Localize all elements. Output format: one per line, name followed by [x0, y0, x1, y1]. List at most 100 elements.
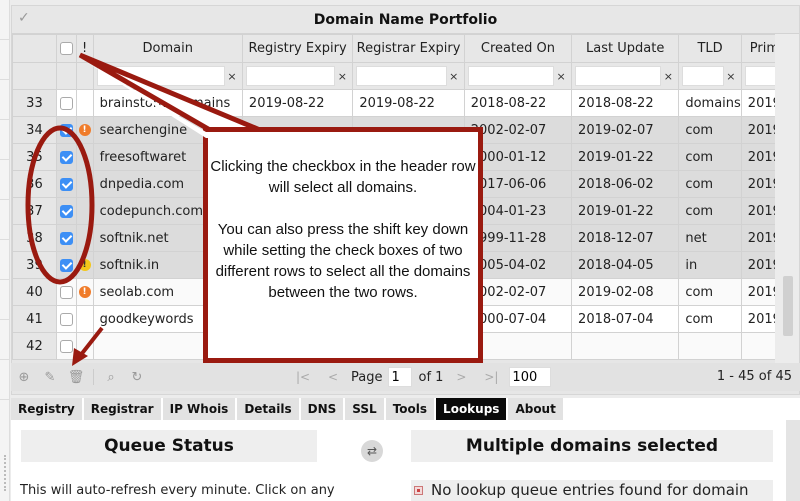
row-warning-cell [75, 197, 94, 225]
column-header-tld[interactable]: TLD [678, 34, 742, 63]
row-select-cell[interactable] [55, 89, 77, 117]
clear-filter-icon[interactable]: × [554, 70, 568, 83]
column-header-registrar-expiry[interactable]: Registrar Expiry [352, 34, 465, 63]
cell-updated: 2018-06-02 [571, 170, 680, 198]
row-select-cell[interactable] [55, 305, 77, 333]
select-all-header[interactable] [55, 34, 77, 63]
row-warning-cell [75, 143, 94, 171]
prev-page-icon[interactable]: < [321, 370, 345, 384]
row-checkbox[interactable] [59, 204, 73, 218]
callout-paragraph-1: Clicking the checkbox in the header row … [210, 158, 476, 196]
row-number: 33 [12, 89, 57, 117]
check-all-icon[interactable]: ✓ [18, 10, 30, 26]
left-background-strip [0, 0, 10, 501]
page-size-input[interactable] [509, 367, 552, 387]
cell-tld: net [678, 224, 742, 252]
row-select-cell[interactable] [55, 278, 77, 306]
next-page-icon[interactable]: > [449, 370, 473, 384]
row-checkbox[interactable] [59, 96, 73, 110]
splitter-handle[interactable] [4, 455, 8, 491]
clear-filter-icon[interactable]: × [724, 70, 738, 83]
tab-tools[interactable]: Tools [385, 398, 435, 420]
add-icon[interactable]: ⊕ [11, 370, 37, 385]
cell-updated: 2018-07-04 [571, 305, 680, 333]
row-select-cell[interactable] [55, 224, 77, 252]
queue-status-heading: Queue Status [21, 430, 317, 462]
row-select-cell[interactable] [55, 143, 77, 171]
column-header-last-update[interactable]: Last Update [571, 34, 680, 63]
filter-input-created-on[interactable] [467, 66, 555, 86]
clear-filter-icon[interactable]: × [447, 70, 461, 83]
row-number: 37 [12, 197, 57, 225]
toolbar-divider [93, 369, 94, 385]
filter-input-domain[interactable] [96, 66, 225, 86]
row-select-cell[interactable] [55, 116, 77, 144]
queue-status-text: This will auto-refresh every minute. Cli… [20, 483, 335, 498]
row-warning-cell [75, 170, 94, 198]
row-checkbox[interactable] [59, 123, 73, 137]
select-all-checkbox[interactable] [59, 42, 73, 55]
delete-icon[interactable]: 🗑 [63, 370, 89, 385]
tab-registry[interactable]: Registry [11, 398, 82, 420]
cell-tld: domains [678, 89, 742, 117]
tab-ssl[interactable]: SSL [345, 398, 384, 420]
tab-lookups[interactable]: Lookups [436, 398, 507, 420]
row-checkbox[interactable] [59, 258, 73, 272]
clear-filter-icon[interactable]: × [335, 70, 349, 83]
tab-ip-whois[interactable]: IP Whois [162, 398, 236, 420]
cell-updated: 2019-02-07 [571, 116, 680, 144]
grid-scrollbar-thumb[interactable] [783, 276, 793, 336]
refresh-icon[interactable]: ⇄ [361, 440, 383, 462]
page-number-input[interactable] [388, 367, 413, 387]
grid-title: Domain Name Portfolio [313, 11, 498, 28]
row-number: 35 [12, 143, 57, 171]
edit-icon[interactable]: ✎ [37, 370, 63, 385]
tab-details[interactable]: Details [237, 398, 299, 420]
row-number: 36 [12, 170, 57, 198]
row-checkbox[interactable] [59, 285, 73, 299]
cell-tld [678, 332, 742, 360]
cell-updated: 2018-08-22 [571, 89, 680, 117]
column-header-created-on[interactable]: Created On [463, 34, 573, 63]
warning-header[interactable]: ! [75, 34, 94, 63]
row-select-cell[interactable] [55, 251, 77, 279]
last-page-icon[interactable]: >| [479, 370, 503, 384]
clear-filter-icon[interactable]: × [661, 70, 675, 83]
filter-input-last-update[interactable] [575, 66, 662, 86]
filter-input-registry-expiry[interactable] [245, 66, 336, 86]
tab-dns[interactable]: DNS [300, 398, 344, 420]
help-callout: Clicking the checkbox in the header row … [203, 127, 483, 363]
row-checkbox[interactable] [59, 177, 73, 191]
first-page-icon[interactable]: |< [291, 370, 315, 384]
cell-domain: brainstorm.domains [92, 89, 243, 117]
clear-filter-icon[interactable]: × [225, 70, 239, 83]
filter-input-tld[interactable] [682, 66, 724, 86]
column-header-domain[interactable]: Domain [92, 34, 243, 63]
table-row[interactable]: 33 brainstorm.domains 2019-08-22 2019-08-22… [12, 89, 799, 117]
search-icon[interactable]: ⌕ [98, 370, 124, 385]
row-warning-cell [75, 332, 94, 360]
cell-updated [571, 332, 680, 360]
pager: |< < Page of 1 > >| [291, 363, 552, 391]
row-checkbox[interactable] [59, 312, 73, 326]
row-number: 39 [12, 251, 57, 279]
tab-about[interactable]: About [508, 398, 563, 420]
rownum-header [12, 34, 57, 63]
row-number: 34 [12, 116, 57, 144]
row-checkbox[interactable] [59, 231, 73, 245]
row-checkbox[interactable] [59, 339, 73, 353]
tab-registrar[interactable]: Registrar [83, 398, 161, 420]
filter-input-registrar-expiry[interactable] [356, 66, 447, 86]
row-select-cell[interactable] [55, 170, 77, 198]
row-checkbox[interactable] [59, 150, 73, 164]
row-warning-cell: ! [75, 116, 94, 144]
cell-updated: 2019-01-22 [571, 197, 680, 225]
filter-row: × × × × × × [12, 62, 799, 90]
column-header-registry-expiry[interactable]: Registry Expiry [241, 34, 354, 63]
cell-updated: 2018-04-05 [571, 251, 680, 279]
row-select-cell[interactable] [55, 197, 77, 225]
row-select-cell[interactable] [55, 332, 77, 360]
panel-scrollbar[interactable] [786, 420, 800, 501]
reload-icon[interactable]: ↻ [124, 370, 150, 385]
no-entries-text: No lookup queue entries found for domain [431, 481, 749, 499]
